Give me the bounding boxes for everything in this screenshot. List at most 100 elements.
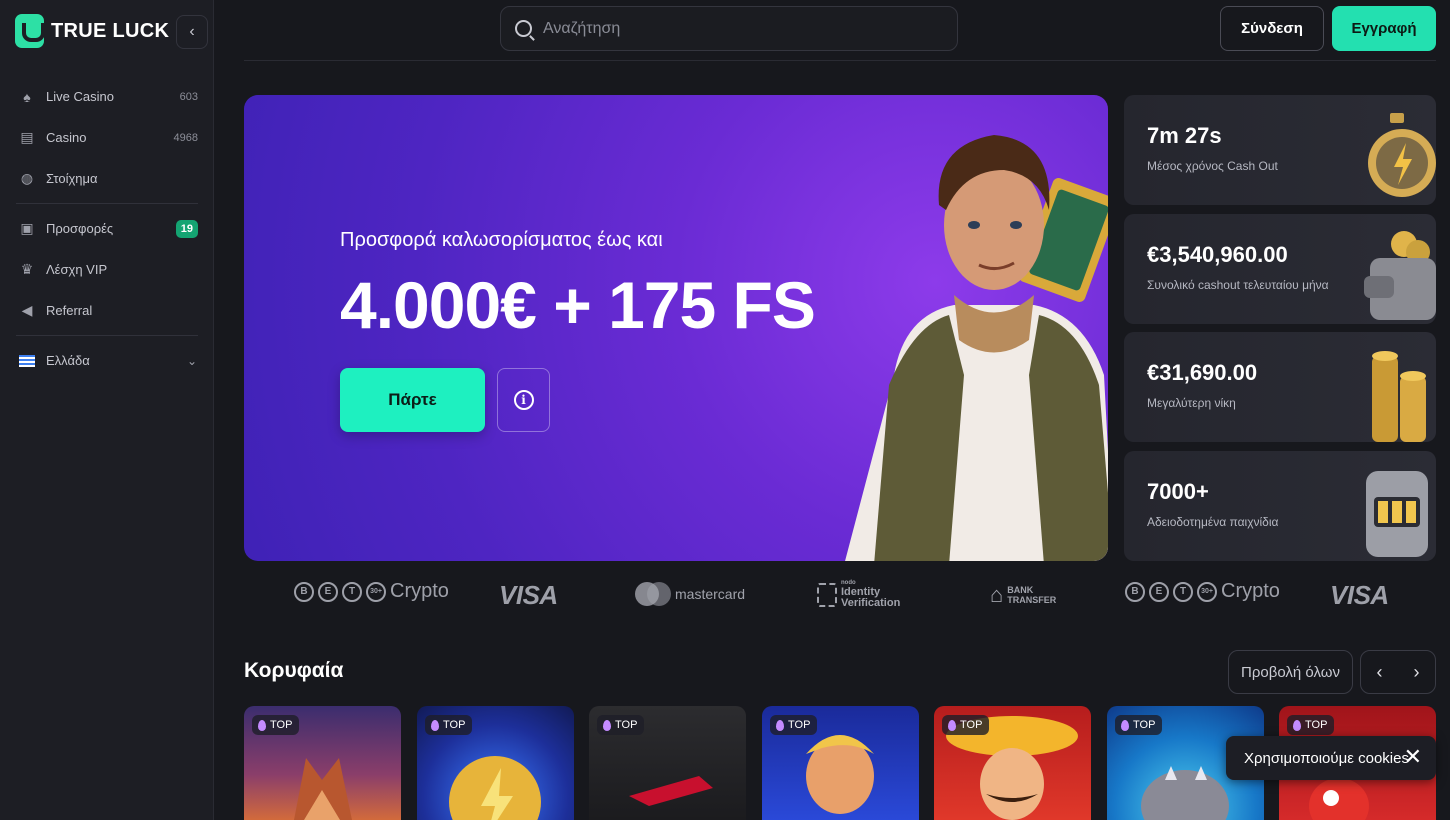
carousel-next-button[interactable]: ›	[1398, 651, 1435, 693]
login-button[interactable]: Σύνδεση	[1220, 6, 1324, 51]
game-card[interactable]: TOP	[417, 706, 574, 820]
slot-machine-icon: ▤	[20, 129, 34, 145]
bonus-info-button[interactable]: i	[497, 368, 550, 432]
payment-methods-strip: B E T 30+ Crypto VISA mastercard nodo Id…	[244, 570, 1436, 618]
more-coins-badge: 30+	[1197, 581, 1217, 602]
stopwatch-icon	[1368, 113, 1436, 197]
carousel-pager: ‹ ›	[1360, 650, 1436, 694]
game-card[interactable]: TOP	[244, 706, 401, 820]
crypto-label: Crypto	[1221, 580, 1280, 602]
close-icon[interactable]: ✕	[1404, 746, 1422, 768]
sidebar-item-promotions[interactable]: ▣ Προσφορές 19	[0, 208, 214, 249]
tag-label: TOP	[1133, 719, 1156, 731]
carousel-prev-button[interactable]: ‹	[1361, 651, 1398, 693]
stat-card-licensed-games: 7000+ Αδειοδοτημένα παιχνίδια	[1124, 451, 1436, 561]
sidebar-item-count: 603	[179, 90, 198, 103]
sidebar-item-label: Στοίχημα	[46, 171, 98, 186]
sidebar-item-live-casino[interactable]: ♠ Live Casino 603	[0, 76, 214, 117]
stat-label: Μεγαλύτερη νίκη	[1147, 396, 1236, 410]
info-icon: i	[513, 390, 534, 410]
sidebar-item-label: Live Casino	[46, 89, 114, 104]
crown-icon: ♛	[20, 261, 34, 277]
crypto-payment-logo: B E T 30+ Crypto	[294, 580, 449, 603]
sidebar-divider	[16, 335, 198, 336]
top-tag: TOP	[1115, 715, 1163, 735]
tag-label: TOP	[270, 719, 293, 731]
language-label: Ελλάδα	[46, 353, 90, 368]
greek-flag-icon	[19, 354, 35, 367]
stat-card-cashout-time: 7m 27s Μέσος χρόνος Cash Out	[1124, 95, 1436, 205]
top-tag: TOP	[597, 715, 645, 735]
hero-character-illustration	[845, 135, 1108, 561]
coins-icon	[1372, 351, 1426, 442]
bitcoin-icon: B	[294, 581, 314, 602]
top-tag: TOP	[770, 715, 818, 735]
search-bar[interactable]	[500, 6, 958, 51]
bank-icon: ⌂	[990, 582, 1004, 607]
tag-label: TOP	[960, 719, 983, 731]
logo-icon	[15, 14, 45, 48]
bank-line1: BANK	[1007, 585, 1034, 595]
game-card[interactable]: TOP	[589, 706, 746, 820]
register-button[interactable]: Εγγραφή	[1332, 6, 1436, 51]
sidebar-item-vip[interactable]: ♛ Λέσχη VIP	[0, 249, 214, 290]
sidebar-item-casino[interactable]: ▤ Casino 4968	[0, 117, 214, 158]
stat-value: 7000+	[1147, 479, 1209, 504]
claim-bonus-button[interactable]: Πάρτε	[340, 368, 485, 432]
sidebar-collapse-button[interactable]: ‹	[176, 15, 208, 49]
stat-label: Συνολικό cashout τελευταίου μήνα	[1147, 278, 1329, 292]
visa-logo-repeat: VISA	[1330, 580, 1389, 610]
fire-icon	[776, 719, 784, 731]
megaphone-icon: ◀	[21, 302, 33, 318]
spade-icon: ♠	[23, 88, 31, 105]
section-title-top: Κορυφαία	[244, 659, 344, 682]
stat-value: €31,690.00	[1147, 360, 1258, 385]
game-card[interactable]: TOP	[762, 706, 919, 820]
bank-transfer-logo: ⌂ BANK TRANSFER	[990, 582, 1056, 608]
top-tag: TOP	[1287, 715, 1335, 735]
stat-card-monthly-cashout: €3,540,960.00 Συνολικό cashout τελευταίο…	[1124, 214, 1436, 324]
stat-label: Μέσος χρόνος Cash Out	[1147, 159, 1278, 173]
sidebar-item-label: Casino	[46, 130, 87, 145]
cookie-banner: Χρησιμοποιούμε cookies ✕	[1226, 736, 1436, 780]
chevron-left-icon: ‹	[189, 23, 195, 40]
language-selector[interactable]: Ελλάδα ⌄	[0, 340, 214, 381]
logo[interactable]: TRUE LUCK	[15, 14, 169, 48]
cookie-text: Χρησιμοποιούμε cookies	[1244, 749, 1409, 767]
tag-label: TOP	[615, 719, 638, 731]
slot-machine-icon	[1366, 471, 1428, 557]
more-coins-badge: 30+	[366, 581, 386, 602]
gift-icon: ▣	[20, 220, 34, 236]
chevron-left-icon: ‹	[1376, 661, 1383, 682]
search-icon	[515, 20, 532, 37]
top-tag: TOP	[252, 715, 300, 735]
sidebar: TRUE LUCK ‹ ♠ Live Casino 603 ▤ Casino 4…	[0, 0, 214, 820]
qr-frame-icon	[817, 582, 837, 607]
view-all-button[interactable]: Προβολή όλων	[1228, 650, 1353, 694]
fire-icon	[431, 719, 439, 731]
search-input[interactable]	[543, 19, 923, 38]
hero-title: 4.000€ + 175 FS	[340, 268, 816, 342]
ball-icon: ◍	[20, 170, 34, 186]
sidebar-divider	[16, 203, 198, 204]
sidebar-item-betting[interactable]: ◍ Στοίχημα	[0, 158, 214, 199]
ethereum-icon: E	[318, 581, 338, 602]
visa-logo: VISA	[499, 580, 558, 610]
identity-verification-logo: nodo Identity Verification	[817, 580, 900, 609]
mastercard-label: mastercard	[675, 586, 746, 602]
stat-card-biggest-win: €31,690.00 Μεγαλύτερη νίκη	[1124, 332, 1436, 442]
game-card[interactable]: TOP	[934, 706, 1091, 820]
tag-label: TOP	[1305, 719, 1328, 731]
sidebar-item-referral[interactable]: ◀ Referral	[0, 290, 214, 331]
stat-label: Αδειοδοτημένα παιχνίδια	[1147, 515, 1279, 529]
promotions-badge: 19	[175, 219, 198, 238]
fire-icon	[1121, 719, 1129, 731]
sidebar-item-count: 4968	[173, 131, 198, 144]
hero-banner[interactable]: Προσφορά καλωσορίσματος έως και 4.000€ +…	[244, 95, 1108, 561]
header-divider	[244, 60, 1436, 61]
chevron-down-icon: ⌄	[186, 353, 197, 368]
tag-label: TOP	[788, 719, 811, 731]
stat-value: 7m 27s	[1147, 123, 1222, 148]
crypto-payment-logo-repeat: B E T 30+ Crypto	[1125, 580, 1280, 603]
sidebar-item-label: Προσφορές	[46, 221, 114, 236]
